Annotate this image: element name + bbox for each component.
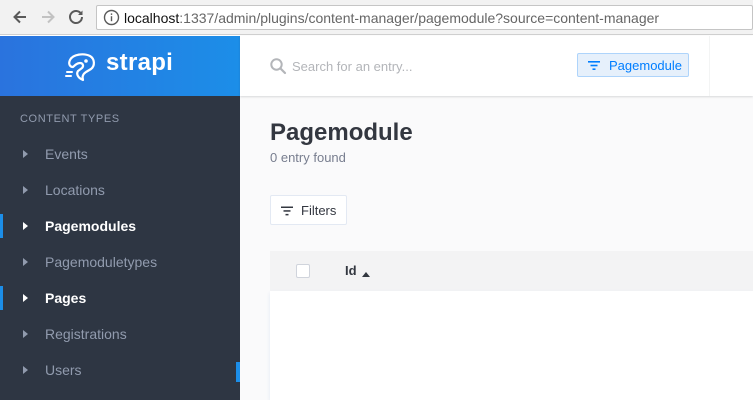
caret-right-icon bbox=[23, 222, 28, 230]
caret-right-icon bbox=[23, 294, 28, 302]
filter-icon bbox=[281, 206, 293, 216]
address-bar[interactable]: localhost:1337/admin/plugins/content-man… bbox=[96, 5, 753, 30]
table-header: Id bbox=[270, 251, 753, 291]
brand-name: strapi bbox=[106, 49, 174, 76]
sidebar-item-label: Locations bbox=[45, 182, 105, 198]
sidebar-item-label: Users bbox=[45, 362, 82, 378]
sidebar-item-label: Events bbox=[45, 146, 88, 162]
sidebar-item-label: Pagemodules bbox=[45, 218, 137, 234]
caret-right-icon bbox=[23, 186, 28, 194]
header-divider bbox=[709, 36, 710, 96]
info-icon[interactable] bbox=[103, 9, 120, 26]
caret-right-icon bbox=[23, 330, 28, 338]
sidebar-item-pagemoduletypes[interactable]: Pagemoduletypes bbox=[0, 244, 240, 280]
content-types-menu: Events Locations Pagemodules Pagemodulet… bbox=[0, 136, 240, 388]
strapi-logo-icon bbox=[65, 53, 95, 82]
active-indicator bbox=[0, 286, 3, 310]
arrow-right-icon bbox=[42, 10, 55, 24]
sort-ascending-icon[interactable] bbox=[362, 272, 370, 277]
active-indicator bbox=[0, 214, 3, 238]
brand-header[interactable]: strapi bbox=[0, 36, 240, 96]
sidebar-item-label: Pages bbox=[45, 290, 87, 306]
caret-right-icon bbox=[23, 258, 28, 266]
filter-icon bbox=[588, 61, 600, 70]
caret-right-icon bbox=[23, 366, 28, 374]
select-all-checkbox[interactable] bbox=[296, 264, 310, 278]
content-type-tag[interactable]: Pagemodule bbox=[577, 53, 689, 77]
sidebar-item-pagemodules[interactable]: Pagemodules bbox=[0, 208, 240, 244]
sidebar-item-locations[interactable]: Locations bbox=[0, 172, 240, 208]
sidebar-item-label: Pagemoduletypes bbox=[45, 254, 158, 270]
filters-button[interactable]: Filters bbox=[270, 195, 347, 225]
forward-button[interactable] bbox=[38, 7, 58, 27]
reload-icon bbox=[69, 10, 83, 24]
sidebar-item-events[interactable]: Events bbox=[0, 136, 240, 172]
arrow-left-icon bbox=[13, 10, 26, 24]
tag-label: Pagemodule bbox=[609, 58, 682, 73]
search-icon bbox=[270, 58, 287, 75]
page-title: Pagemodule bbox=[270, 119, 413, 146]
url-host: localhost bbox=[124, 10, 180, 26]
caret-right-icon bbox=[23, 150, 28, 158]
sidebar-item-label: Registrations bbox=[45, 326, 127, 342]
sidebar-item-registrations[interactable]: Registrations bbox=[0, 316, 240, 352]
filters-label: Filters bbox=[301, 203, 337, 218]
table-body bbox=[270, 291, 753, 400]
sidebar-item-users[interactable]: Users bbox=[0, 352, 240, 388]
back-button[interactable] bbox=[10, 7, 30, 27]
sidebar-item-pages[interactable]: Pages bbox=[0, 280, 240, 316]
column-header-id[interactable]: Id bbox=[345, 263, 357, 278]
top-header: Pagemodule bbox=[240, 36, 753, 96]
reload-button[interactable] bbox=[66, 7, 86, 27]
url-text: localhost:1337/admin/plugins/content-man… bbox=[124, 10, 659, 26]
section-title: CONTENT TYPES bbox=[20, 113, 120, 125]
entry-count: 0 entry found bbox=[270, 150, 346, 165]
search-input[interactable] bbox=[292, 54, 512, 78]
url-path: :1337/admin/plugins/content-manager/page… bbox=[179, 10, 660, 26]
browser-toolbar: localhost:1337/admin/plugins/content-man… bbox=[0, 0, 753, 35]
sidebar: strapi CONTENT TYPES Events Locations Pa… bbox=[0, 36, 240, 400]
